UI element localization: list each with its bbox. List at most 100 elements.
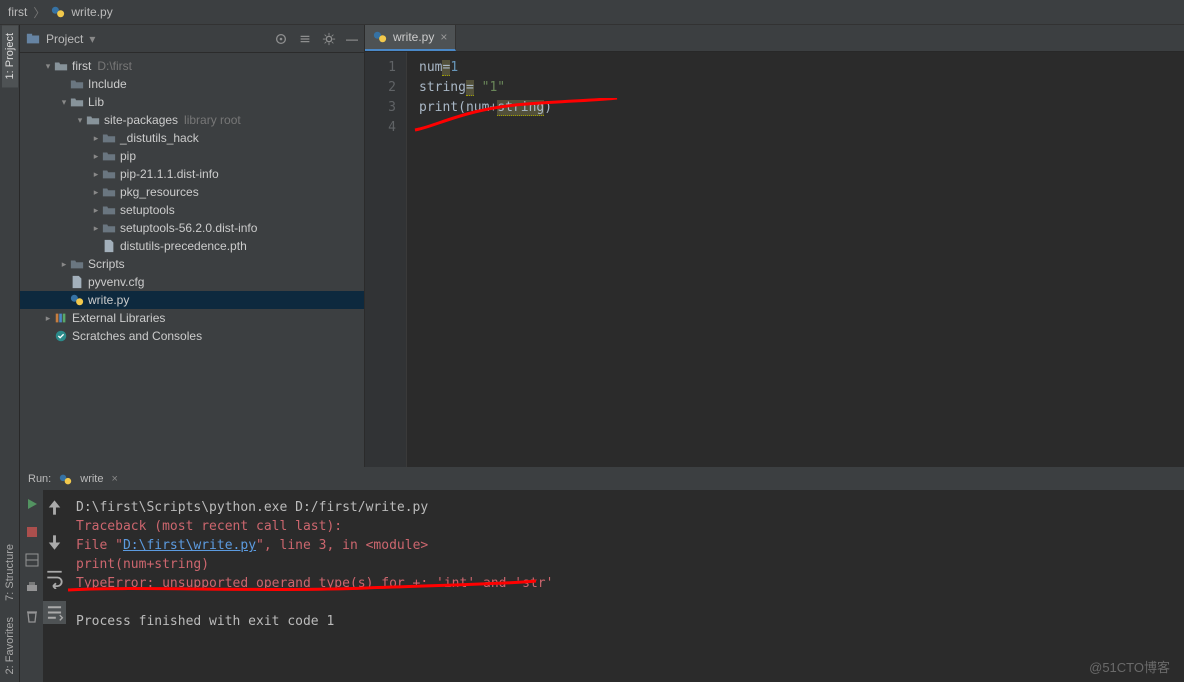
project-tree[interactable]: ▾firstD:\firstInclude▾Lib▾site-packagesl… xyxy=(20,53,364,467)
expander-icon[interactable]: ▾ xyxy=(58,96,70,108)
expander-icon[interactable]: ▾ xyxy=(74,114,86,126)
tree-node[interactable]: write.py xyxy=(20,291,364,309)
watermark: @51CTO博客 xyxy=(1089,657,1170,676)
layout-icon[interactable] xyxy=(24,552,40,568)
console-line: D:\first\Scripts\python.exe D:/first/wri… xyxy=(76,498,1174,517)
python-file-icon xyxy=(59,473,72,486)
close-icon[interactable]: × xyxy=(111,473,117,485)
run-toolbar-primary xyxy=(20,490,43,682)
editor-tab-label: write.py xyxy=(393,30,434,44)
tree-node[interactable]: ▾site-packageslibrary root xyxy=(20,111,364,129)
expander-icon[interactable]: ▸ xyxy=(42,312,54,324)
editor-tab-write[interactable]: write.py × xyxy=(365,25,456,51)
node-label: write.py xyxy=(88,293,129,307)
tree-node[interactable]: ▾firstD:\first xyxy=(20,57,364,75)
down-icon[interactable] xyxy=(43,531,66,554)
scroll-to-end-icon[interactable] xyxy=(43,601,66,624)
rerun-icon[interactable] xyxy=(24,496,40,512)
print-icon[interactable] xyxy=(24,580,40,596)
tab-favorites[interactable]: 2: Favorites xyxy=(2,609,18,682)
tree-node[interactable]: ▸ Scripts xyxy=(20,255,364,273)
tree-node[interactable]: ▸ setuptools xyxy=(20,201,364,219)
node-label: distutils-precedence.pth xyxy=(120,239,247,253)
run-toolbar-secondary xyxy=(43,490,66,682)
node-label: setuptools xyxy=(120,203,175,217)
expander-icon[interactable]: ▾ xyxy=(42,60,54,72)
node-label: Lib xyxy=(88,95,104,109)
tree-node[interactable]: ▸ pip xyxy=(20,147,364,165)
tab-structure[interactable]: 7: Structure xyxy=(2,536,18,609)
hide-icon[interactable]: — xyxy=(346,32,358,46)
tree-node[interactable]: Include xyxy=(20,75,364,93)
console-line: print(num+string) xyxy=(76,555,1174,574)
console-line: TypeError: unsupported operand type(s) f… xyxy=(76,574,1174,593)
dropdown-icon[interactable]: ▾ xyxy=(89,32,95,46)
expander-icon[interactable] xyxy=(58,276,70,288)
run-header: Run: write × xyxy=(20,468,1184,490)
breadcrumb-root[interactable]: first xyxy=(8,5,27,19)
expander-icon[interactable]: ▸ xyxy=(90,150,102,162)
gutter: 1 2 3 4 xyxy=(365,52,407,467)
node-label: External Libraries xyxy=(72,311,165,325)
console-output[interactable]: D:\first\Scripts\python.exe D:/first/wri… xyxy=(66,490,1184,682)
tree-node[interactable]: pyvenv.cfg xyxy=(20,273,364,291)
expander-icon[interactable]: ▸ xyxy=(90,132,102,144)
expander-icon[interactable]: ▸ xyxy=(90,204,102,216)
up-icon[interactable] xyxy=(43,496,66,519)
node-label: Scratches and Consoles xyxy=(72,329,202,343)
python-file-icon xyxy=(373,30,387,44)
tree-node[interactable]: ▸ External Libraries xyxy=(20,309,364,327)
expander-icon[interactable] xyxy=(42,330,54,342)
locate-icon[interactable] xyxy=(274,32,288,46)
expander-icon[interactable]: ▸ xyxy=(58,258,70,270)
tree-node[interactable]: ▸ pkg_resources xyxy=(20,183,364,201)
project-title[interactable]: Project xyxy=(46,32,83,46)
line-number: 2 xyxy=(365,78,406,98)
node-label: pip-21.1.1.dist-info xyxy=(120,167,219,181)
python-file-icon xyxy=(51,5,65,19)
tree-node[interactable]: ▸ _distutils_hack xyxy=(20,129,364,147)
node-label: _distutils_hack xyxy=(120,131,199,145)
node-label: pip xyxy=(120,149,136,163)
editor-area: write.py × 1 2 3 4 num=1 string= "1" pri… xyxy=(365,25,1184,467)
editor-tabs: write.py × xyxy=(365,25,1184,52)
breadcrumb-file[interactable]: write.py xyxy=(71,5,112,19)
tree-node[interactable]: Scratches and Consoles xyxy=(20,327,364,345)
expander-icon[interactable]: ▸ xyxy=(90,222,102,234)
run-label: Run: xyxy=(28,473,51,485)
expander-icon[interactable] xyxy=(90,240,102,252)
code-area[interactable]: num=1 string= "1" print(num+string) xyxy=(407,52,1184,467)
trash-icon[interactable] xyxy=(24,608,40,624)
expander-icon[interactable] xyxy=(58,78,70,90)
tree-node[interactable]: ▾ Lib xyxy=(20,93,364,111)
expander-icon[interactable]: ▸ xyxy=(90,186,102,198)
run-config-name[interactable]: write xyxy=(80,473,103,485)
console-line: Traceback (most recent call last): xyxy=(76,517,1174,536)
wrap-icon[interactable] xyxy=(43,566,66,589)
node-label: pyvenv.cfg xyxy=(88,275,144,289)
console-line xyxy=(76,593,1174,612)
project-header: Project ▾ — xyxy=(20,25,364,53)
close-tab-icon[interactable]: × xyxy=(440,30,447,44)
collapse-all-icon[interactable] xyxy=(298,32,312,46)
node-path: D:\first xyxy=(97,59,132,73)
tab-project[interactable]: 1: Project xyxy=(2,25,18,87)
editor-body[interactable]: 1 2 3 4 num=1 string= "1" print(num+stri… xyxy=(365,52,1184,467)
line-number: 1 xyxy=(365,58,406,78)
file-link[interactable]: D:\first\write.py xyxy=(123,538,256,553)
expander-icon[interactable]: ▸ xyxy=(90,168,102,180)
project-icon xyxy=(26,32,40,46)
node-label: Scripts xyxy=(88,257,125,271)
gear-icon[interactable] xyxy=(322,32,336,46)
node-label: pkg_resources xyxy=(120,185,199,199)
tree-node[interactable]: distutils-precedence.pth xyxy=(20,237,364,255)
line-number: 3 xyxy=(365,98,406,118)
node-label: setuptools-56.2.0.dist-info xyxy=(120,221,257,235)
tree-node[interactable]: ▸ pip-21.1.1.dist-info xyxy=(20,165,364,183)
node-label: site-packages xyxy=(104,113,178,127)
left-tool-strip: 1: Project 7: Structure 2: Favorites xyxy=(0,25,20,682)
tree-node[interactable]: ▸ setuptools-56.2.0.dist-info xyxy=(20,219,364,237)
expander-icon[interactable] xyxy=(58,294,70,306)
stop-icon[interactable] xyxy=(24,524,40,540)
breadcrumb: first 〉 write.py xyxy=(0,0,1184,25)
